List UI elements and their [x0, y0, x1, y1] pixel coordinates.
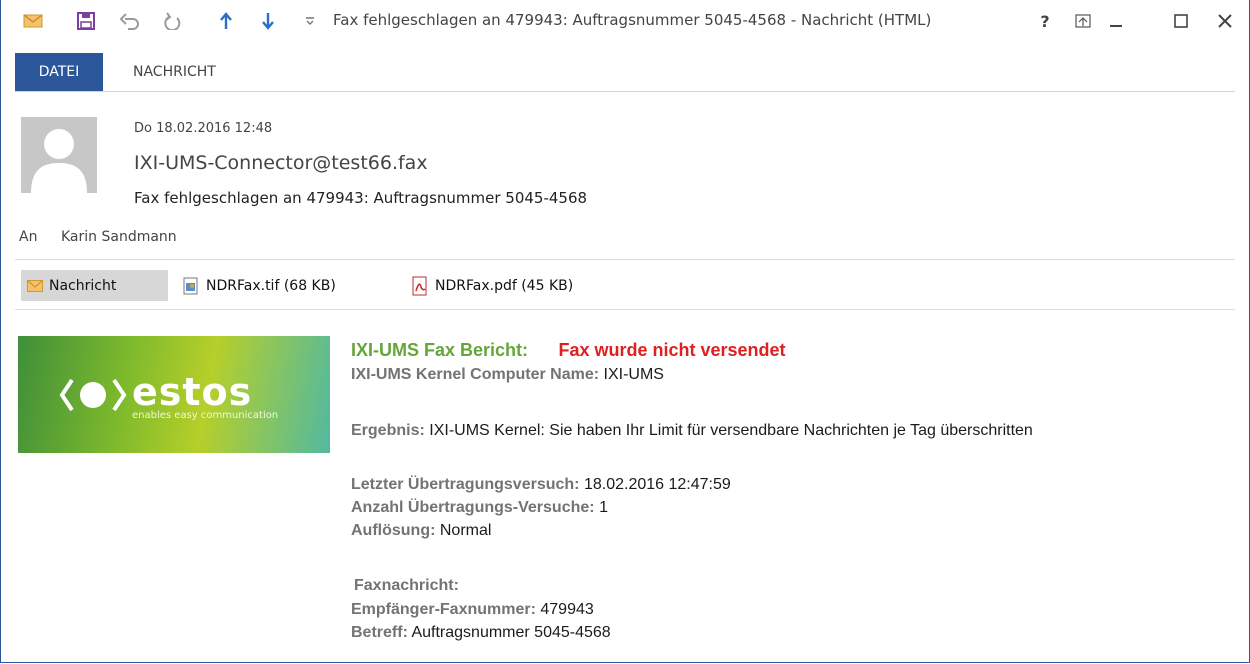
computer-name-value: IXI-UMS [603, 366, 664, 383]
report-status: Fax wurde nicht versendet [558, 340, 786, 360]
computer-name-label: IXI-UMS Kernel Computer Name: [351, 366, 600, 383]
sender-address[interactable]: IXI-UMS-Connector@test66.fax [134, 152, 428, 174]
last-attempt-value: 18.02.2016 12:47:59 [583, 476, 731, 493]
recipient-fax-label: Empfänger-Faxnummer: [351, 601, 536, 618]
down-arrow-icon[interactable] [255, 8, 281, 34]
estos-banner: estos enables easy communication [18, 336, 330, 453]
customize-icon[interactable] [297, 8, 323, 34]
recipient-fax-value: 479943 [540, 601, 594, 618]
attachments-divider [15, 309, 1235, 310]
attempts-value: 1 [599, 499, 608, 516]
attachment-label: Nachricht [49, 277, 117, 294]
attempts-label: Anzahl Übertragungs-Versuche: [351, 499, 595, 516]
pdf-file-icon [411, 276, 429, 296]
close-button[interactable] [1208, 8, 1242, 34]
ribbon-display-button[interactable] [1066, 8, 1100, 34]
computer-name-line: IXI-UMS Kernel Computer Name: IXI-UMS [351, 366, 664, 384]
tab-datei[interactable]: DATEI [15, 53, 103, 91]
title-bar: Fax fehlgeschlagen an 479943: Auftragsnu… [0, 0, 1250, 40]
sender-avatar [21, 117, 97, 193]
save-icon[interactable] [73, 8, 99, 34]
resolution-line: Auflösung: Normal [351, 522, 491, 540]
attempts-line: Anzahl Übertragungs-Versuche: 1 [351, 499, 608, 517]
redo-icon[interactable] [160, 8, 186, 34]
envelope-icon[interactable] [20, 8, 46, 34]
attachment-tif[interactable]: NDRFax.tif (68 KB) [182, 270, 336, 301]
brand-name: estos [132, 370, 253, 414]
recipient-name[interactable]: Karin Sandmann [61, 229, 177, 245]
person-icon [31, 129, 87, 193]
help-icon: ? [1040, 11, 1050, 31]
message-subject: Fax fehlgeschlagen an 479943: Auftragsnu… [134, 189, 588, 207]
maximize-icon [1174, 14, 1188, 28]
attachment-message[interactable]: Nachricht [21, 270, 168, 301]
tab-nachricht[interactable]: NACHRICHT [133, 64, 216, 80]
maximize-button[interactable] [1164, 8, 1198, 34]
message-date: Do 18.02.2016 12:48 [134, 121, 273, 136]
recipient-fax-line: Empfänger-Faxnummer: 479943 [351, 601, 594, 619]
undo-icon[interactable] [117, 8, 143, 34]
report-heading: IXI-UMS Fax Bericht: Fax wurde nicht ver… [351, 340, 786, 361]
image-file-icon [182, 277, 200, 295]
fax-heading-label: Faxnachricht: [354, 577, 459, 594]
result-label: Ergebnis: [351, 422, 425, 439]
window-frame [0, 0, 1250, 663]
attachment-label: NDRFax.pdf (45 KB) [435, 277, 574, 294]
envelope-icon [27, 279, 43, 292]
result-value: IXI-UMS Kernel: Sie haben Ihr Limit für … [429, 422, 1033, 439]
subject-label: Betreff: [351, 624, 408, 641]
resolution-value: Normal [439, 522, 492, 539]
to-label: An [19, 229, 38, 245]
up-arrow-icon[interactable] [213, 8, 239, 34]
last-attempt-line: Letzter Übertragungsversuch: 18.02.2016 … [351, 476, 731, 494]
estos-logo-icon [59, 378, 127, 412]
fax-heading: Faxnachricht: [354, 577, 459, 595]
resolution-label: Auflösung: [351, 522, 436, 539]
last-attempt-label: Letzter Übertragungsversuch: [351, 476, 580, 493]
report-title: IXI-UMS Fax Bericht: [351, 340, 529, 360]
brand-tagline: enables easy communication [132, 410, 279, 421]
ribbon-divider [15, 91, 1235, 92]
result-line: Ergebnis: IXI-UMS Kernel: Sie haben Ihr … [351, 422, 1033, 440]
close-icon [1218, 14, 1232, 28]
header-divider [15, 259, 1235, 260]
attachment-pdf[interactable]: NDRFax.pdf (45 KB) [411, 270, 573, 301]
subject-line: Betreff: Auftragsnummer 5045-4568 [351, 624, 611, 642]
attachment-label: NDRFax.tif (68 KB) [206, 277, 336, 294]
help-button[interactable]: ? [1028, 8, 1062, 34]
minimize-icon [1110, 25, 1122, 27]
ribbon-display-icon [1075, 14, 1091, 28]
subject-value: Auftragsnummer 5045-4568 [411, 624, 611, 641]
minimize-button[interactable] [1099, 8, 1133, 34]
window-title: Fax fehlgeschlagen an 479943: Auftragsnu… [333, 11, 932, 29]
